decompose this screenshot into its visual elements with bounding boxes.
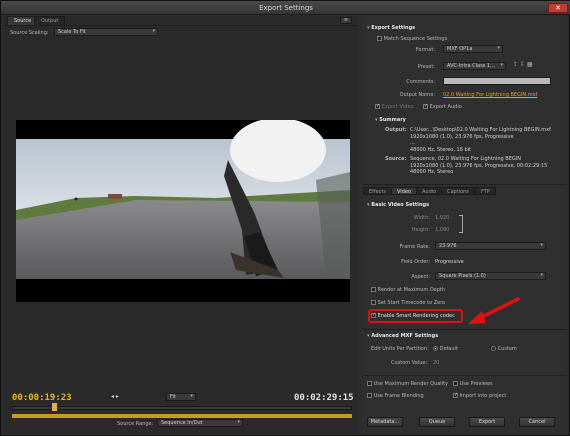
preset-label: Preset: [417,64,435,70]
annotation-arrow-icon [468,297,520,324]
render-max-depth-checkbox[interactable] [371,287,376,292]
format-dropdown[interactable]: MXF OP1a [443,45,503,53]
tab-captions[interactable]: Captions [441,187,475,195]
timecode-duration: 00:02:29:15 [294,393,354,403]
cancel-button[interactable]: Cancel [519,417,555,427]
bottom-divider [363,375,567,376]
title-bar: Export Settings ✕ [1,1,570,15]
output-name-label: Output Name: [399,92,435,98]
summary-output-label: Output: [385,127,407,133]
zoom-fit-dropdown[interactable]: Fit [166,393,196,401]
preview-frame-image [16,120,350,302]
export-video-checkbox[interactable] [375,104,380,109]
default-option[interactable]: Default [433,346,458,352]
timeline-bar[interactable] [12,406,352,410]
custom-value-label: Custom Value: [391,360,428,366]
advanced-divider [363,329,567,330]
width-label: Width: [413,215,430,221]
default-radio[interactable] [433,346,438,351]
match-sequence-option[interactable]: Match Sequence Settings [377,36,447,42]
summary-source-label: Source: [385,156,407,162]
set-start-timecode-option[interactable]: Set Start Timecode to Zero [371,300,445,306]
source-scaling-dropdown[interactable]: Scale To Fit [54,28,158,36]
width-value[interactable]: 1,920 [435,215,449,221]
advanced-mxf-header[interactable]: ▾ Advanced MXF Settings [367,333,438,339]
aspect-label: Aspect: [411,274,430,280]
summary-source-text: Sequence, 02.0 Waiting For Lightning BEG… [410,156,547,176]
field-order-label: Field Order: [401,259,430,265]
summary-source-line: 48000 Hz, Stereo [410,169,454,175]
queue-button[interactable]: Queue [419,417,455,427]
use-previews-checkbox[interactable] [453,381,458,386]
preset-action-icons[interactable]: ⇪ ⇩ ▦ [513,61,533,68]
export-video-option[interactable]: Export Video [375,104,414,110]
metadata-button[interactable]: Metadata... [367,417,403,427]
height-label: Height: [411,227,430,233]
custom-value[interactable]: 20 [433,360,439,366]
import-into-project-checkbox[interactable] [453,393,458,398]
output-name-link[interactable]: 02.0 Waiting For Lightning BEGIN.mxf [443,92,537,98]
highlight-box [368,309,463,323]
source-range-label: Source Range: [117,421,154,427]
export-settings-window: Export Settings ✕ Source Output ≡ Source… [0,0,570,436]
summary-divider [363,184,567,185]
summary-header[interactable]: ▾ Summary [375,117,406,123]
link-aspect-icon[interactable] [459,215,463,233]
tab-output[interactable]: Output [34,16,66,25]
settings-panel: ▾ Export Settings Match Sequence Setting… [363,16,567,434]
playhead[interactable] [52,403,57,411]
source-scaling-label: Source Scaling: [10,30,49,36]
export-audio-option[interactable]: Export Audio [423,104,462,110]
custom-option[interactable]: Custom [491,346,517,352]
edit-units-label: Edit Units Per Partition: [371,346,429,352]
source-output-panel: Source Output ≡ Source Scaling: Scale To… [4,16,358,434]
comments-label: Comments: [406,79,435,85]
frame-blending-checkbox[interactable] [367,393,372,398]
use-previews-option[interactable]: Use Previews [453,381,493,387]
window-title: Export Settings [259,4,313,12]
max-render-quality-checkbox[interactable] [367,381,372,386]
render-max-depth-option[interactable]: Render at Maximum Depth [371,287,445,293]
export-settings-header[interactable]: ▾ Export Settings [367,25,415,31]
summary-output-line: C:\User...\Desktop\02.0 Waiting For Ligh… [410,127,551,133]
aspect-dropdown[interactable]: Square Pixels (1.0) [435,272,546,280]
frame-rate-label: Frame Rate: [399,244,430,250]
frame-rate-dropdown[interactable]: 23.976 [435,242,546,250]
tab-audio[interactable]: Audio [416,187,443,195]
tab-effects[interactable]: Effects [363,187,392,195]
comments-input[interactable] [443,77,551,85]
frame-blending-option[interactable]: Use Frame Blending [367,393,424,399]
mark-in-out-icons[interactable]: ◂ ▸ [111,393,119,400]
export-audio-checkbox[interactable] [423,104,428,109]
work-area-bar[interactable] [12,414,352,418]
preset-dropdown[interactable]: AVC-Intra Class 1... [443,62,506,70]
format-label: Format: [415,47,435,53]
max-render-quality-option[interactable]: Use Maximum Render Quality [367,381,448,387]
match-sequence-checkbox[interactable] [377,36,382,41]
summary-output-text: C:\User...\Desktop\02.0 Waiting For Ligh… [410,127,551,153]
import-into-project-option[interactable]: Import into project [453,393,506,399]
video-preview [16,120,350,302]
export-button[interactable]: Export [469,417,505,427]
close-icon[interactable]: ✕ [548,3,568,13]
field-order-value: Progressive [435,259,464,265]
basic-video-header[interactable]: ▾ Basic Video Settings [367,202,429,208]
height-value[interactable]: 1,080 [435,227,449,233]
panel-menu-icon[interactable]: ≡ [340,17,352,24]
source-range-dropdown[interactable]: Sequence In/Out [157,419,243,427]
tab-ftp[interactable]: FTP [475,187,496,195]
tab-video[interactable]: Video [391,187,418,195]
summary-output-line: 48000 Hz, Stereo, 16 bit [410,146,472,153]
custom-radio[interactable] [491,346,496,351]
set-start-timecode-checkbox[interactable] [371,300,376,305]
timecode-current: 00:00:19:23 [12,393,72,403]
tab-divider [4,25,358,26]
